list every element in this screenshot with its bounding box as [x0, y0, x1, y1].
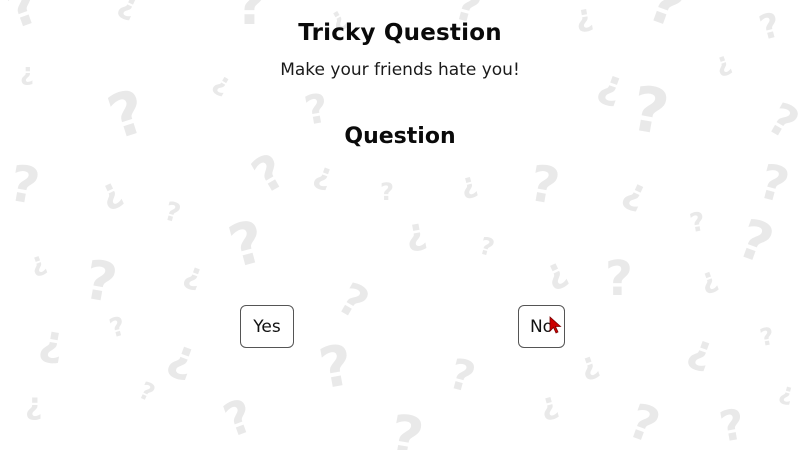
no-button[interactable]: No [518, 305, 565, 348]
yes-button[interactable]: Yes [240, 305, 294, 348]
app-title: Tricky Question [298, 20, 502, 46]
main-content: Tricky Question Make your friends hate y… [0, 0, 800, 450]
app-subtitle: Make your friends hate you! [280, 60, 520, 80]
question-heading: Question [344, 124, 456, 149]
page: ? ¿? ¿? ¿?? ¿? ¿? ¿? ¿?? ¿?? ¿? ¿? ¿?? ¿? ¿?? ¿? ¿?? ¿ ¿?… [0, 0, 800, 450]
